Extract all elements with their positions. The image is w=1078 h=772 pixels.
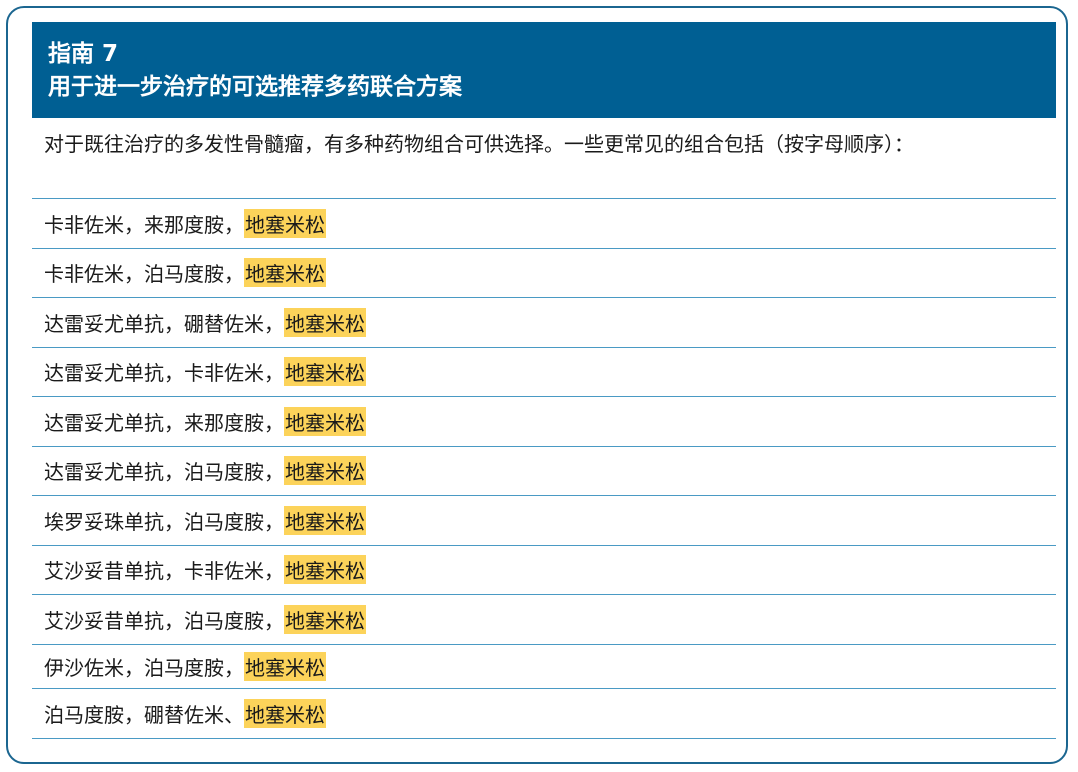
- guide-title: 用于进一步治疗的可选推荐多药联合方案: [48, 74, 462, 100]
- regimen-drugs: 达雷妥尤单抗，卡非佐米，: [44, 361, 284, 386]
- regimen-row: 卡非佐米，来那度胺， 地塞米松: [32, 199, 1056, 249]
- regimen-drugs: 卡非佐米，泊马度胺，: [44, 262, 244, 287]
- regimen-row: 达雷妥尤单抗，卡非佐米， 地塞米松: [32, 348, 1056, 397]
- regimen-highlight: 地塞米松: [284, 505, 366, 535]
- guide-number: 指南 7: [48, 41, 119, 67]
- regimen-highlight: 地塞米松: [284, 307, 366, 337]
- regimen-row: 泊马度胺，硼替佐米、 地塞米松: [32, 689, 1056, 739]
- regimen-highlight: 地塞米松: [284, 604, 366, 634]
- regimen-drugs: 达雷妥尤单抗，硼替佐米，: [44, 311, 284, 336]
- regimen-drugs: 艾沙妥昔单抗，泊马度胺，: [44, 608, 284, 633]
- regimen-row: 伊沙佐米，泊马度胺， 地塞米松: [32, 645, 1056, 689]
- regimen-row: 达雷妥尤单抗，来那度胺， 地塞米松: [32, 397, 1056, 447]
- regimen-drugs: 卡非佐米，来那度胺，: [44, 212, 244, 237]
- regimen-row: 埃罗妥珠单抗，泊马度胺， 地塞米松: [32, 496, 1056, 546]
- regimen-row: 卡非佐米，泊马度胺， 地塞米松: [32, 249, 1056, 298]
- guide-header: 指南 7 用于进一步治疗的可选推荐多药联合方案: [32, 22, 1056, 118]
- regimen-highlight: 地塞米松: [244, 698, 326, 728]
- regimen-row: 艾沙妥昔单抗，泊马度胺， 地塞米松: [32, 595, 1056, 645]
- regimen-highlight: 地塞米松: [244, 651, 326, 681]
- regimen-row: 达雷妥尤单抗，硼替佐米， 地塞米松: [32, 298, 1056, 348]
- regimen-drugs: 达雷妥尤单抗，泊马度胺，: [44, 460, 284, 485]
- regimen-highlight: 地塞米松: [284, 406, 366, 436]
- regimen-highlight: 地塞米松: [244, 208, 326, 238]
- regimen-drugs: 泊马度胺，硼替佐米、: [44, 702, 244, 727]
- regimen-row: 艾沙妥昔单抗，卡非佐米， 地塞米松: [32, 546, 1056, 595]
- regimen-highlight: 地塞米松: [284, 456, 366, 486]
- regimen-drugs: 伊沙佐米，泊马度胺，: [44, 655, 244, 680]
- intro-text: 对于既往治疗的多发性骨髓瘤，有多种药物组合可供选择。一些更常见的组合包括（按字母…: [44, 132, 914, 156]
- regimen-highlight: 地塞米松: [244, 258, 326, 288]
- regimen-drugs: 达雷妥尤单抗，来那度胺，: [44, 410, 284, 435]
- regimen-highlight: 地塞米松: [284, 555, 366, 585]
- regimen-drugs: 艾沙妥昔单抗，卡非佐米，: [44, 559, 284, 584]
- regimen-list: 卡非佐米，来那度胺， 地塞米松 卡非佐米，泊马度胺， 地塞米松 达雷妥尤单抗，硼替佐…: [32, 198, 1056, 739]
- regimen-row: 达雷妥尤单抗，泊马度胺， 地塞米松: [32, 447, 1056, 496]
- regimen-highlight: 地塞米松: [284, 357, 366, 387]
- regimen-drugs: 埃罗妥珠单抗，泊马度胺，: [44, 509, 284, 534]
